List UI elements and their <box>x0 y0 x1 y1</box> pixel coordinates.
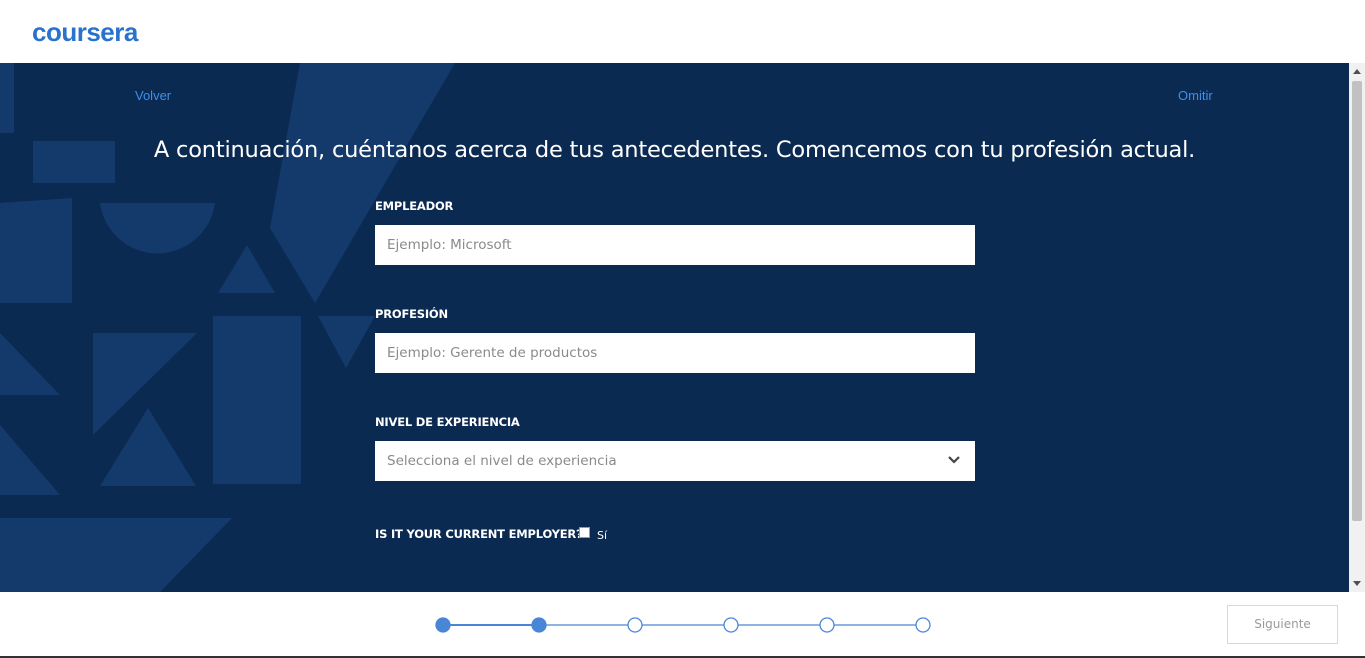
back-link[interactable]: Volver <box>135 88 171 103</box>
profession-input[interactable] <box>375 333 975 373</box>
current-employer-option-label: Sí <box>597 529 608 542</box>
employer-input[interactable] <box>375 225 975 265</box>
experience-label: NIVEL DE EXPERIENCIA <box>375 415 520 429</box>
employer-label: EMPLEADOR <box>375 199 454 213</box>
progress-steps <box>435 617 931 633</box>
footer-bar: Siguiente <box>0 592 1365 658</box>
next-button[interactable]: Siguiente <box>1227 605 1338 644</box>
skip-link[interactable]: Omitir <box>1178 88 1213 103</box>
experience-select-value: Selecciona el nivel de experiencia <box>387 453 617 469</box>
experience-select[interactable]: Selecciona el nivel de experiencia <box>375 441 975 481</box>
vertical-scrollbar[interactable] <box>1349 63 1365 592</box>
onboarding-panel: Volver Omitir A continuación, cuéntanos … <box>0 63 1349 592</box>
progress-step-pending <box>819 617 835 633</box>
chevron-down-icon <box>948 456 960 464</box>
current-employer-label: IS IT YOUR CURRENT EMPLOYER? <box>375 527 583 541</box>
arrow-down-icon[interactable] <box>1353 581 1361 586</box>
top-header: coursera <box>0 0 1365 63</box>
progress-step-completed <box>435 617 451 633</box>
current-employer-checkbox[interactable] <box>579 527 590 538</box>
progress-step-completed <box>531 617 547 633</box>
progress-step-pending <box>723 617 739 633</box>
profession-label: PROFESIÓN <box>375 307 448 321</box>
coursera-logo[interactable]: coursera <box>32 17 138 48</box>
scrollbar-thumb[interactable] <box>1352 81 1362 521</box>
progress-step-pending <box>915 617 931 633</box>
arrow-up-icon[interactable] <box>1353 69 1361 74</box>
progress-step-pending <box>627 617 643 633</box>
page-title: A continuación, cuéntanos acerca de tus … <box>153 137 1196 163</box>
